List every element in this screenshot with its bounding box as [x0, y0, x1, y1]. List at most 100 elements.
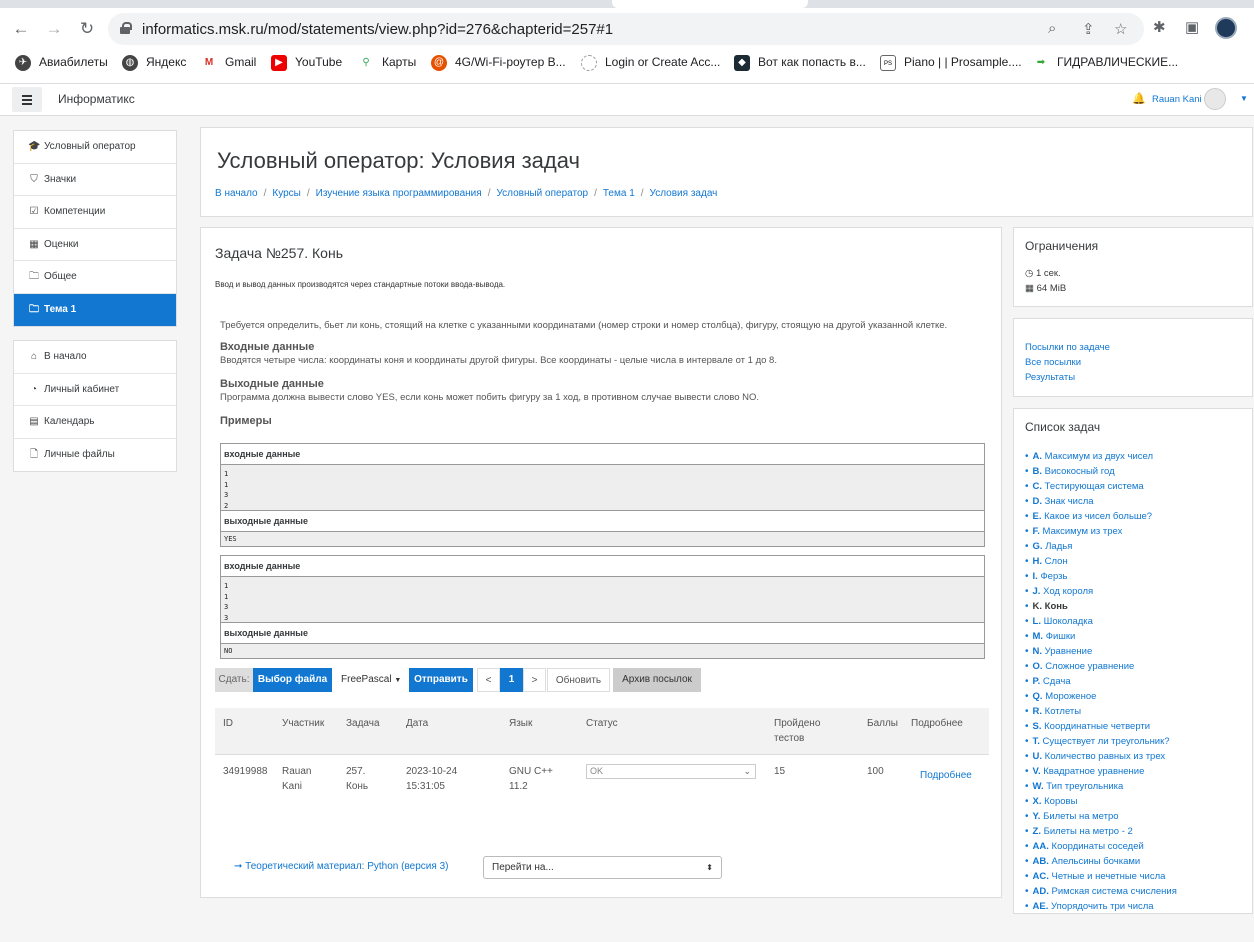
task-list-item[interactable]: AD. Римская система счисления [1025, 884, 1240, 899]
user-avatar[interactable] [1204, 88, 1226, 110]
task-list-item[interactable]: K. Конь [1025, 599, 1240, 614]
url-text[interactable]: informatics.msk.ru/mod/statements/view.p… [142, 21, 613, 38]
address-bar[interactable]: informatics.msk.ru/mod/statements/view.p… [108, 13, 1144, 45]
next-page-button[interactable]: > [523, 668, 546, 692]
task-list-item[interactable]: U. Количество равных из трех [1025, 749, 1240, 764]
task-list-item[interactable]: AE. Упорядочить три числа [1025, 899, 1240, 914]
sidebar-item-group2-0[interactable]: ⌂ В начало [14, 341, 176, 374]
bookmark-item[interactable]: ➡ ГИДРАВЛИЧЕСКИЕ... [1033, 55, 1178, 71]
task-name[interactable]: Конь [1045, 601, 1068, 612]
task-list-item[interactable]: Z. Билеты на метро - 2 [1025, 824, 1240, 839]
bookmark-item[interactable]: ⚲ Карты [358, 55, 416, 71]
task-name[interactable]: Коровы [1044, 796, 1077, 807]
sidebar-item-group2-3[interactable]: 🗋 Личные файлы [14, 439, 176, 472]
refresh-button[interactable]: Обновить [547, 668, 610, 692]
breadcrumb-item[interactable]: Условия задач [650, 188, 718, 199]
results-link[interactable]: Результаты [1025, 372, 1075, 383]
sidebar-item-group1-1[interactable]: ⛉ Значки [14, 164, 176, 196]
task-name[interactable]: Максимум из трех [1043, 526, 1123, 537]
breadcrumb-item[interactable]: Тема 1 [603, 188, 635, 199]
task-list-item[interactable]: M. Фишки [1025, 629, 1240, 644]
task-list-item[interactable]: H. Слон [1025, 554, 1240, 569]
language-select[interactable]: FreePascal ▼ [335, 668, 405, 692]
sidebar-item-group2-1[interactable]: ◔ Личный кабинет [14, 374, 176, 406]
task-name[interactable]: Сложное уравнение [1045, 661, 1134, 672]
bookmark-item[interactable]: PS Piano | | Prosample.... [880, 55, 1022, 71]
bookmark-item[interactable]: Login or Create Acc... [581, 55, 720, 71]
active-tab[interactable] [612, 0, 808, 8]
sidebar-item-group2-2[interactable]: ▤ Календарь [14, 406, 176, 439]
task-name[interactable]: Существует ли треугольник? [1043, 736, 1170, 747]
bookmark-item[interactable]: M Gmail [201, 55, 256, 71]
page-button[interactable]: 1 [500, 668, 523, 692]
task-name[interactable]: Ход короля [1043, 586, 1093, 597]
archive-button[interactable]: Архив посылок [613, 668, 701, 692]
task-name[interactable]: Максимум из двух чисел [1045, 451, 1153, 462]
jump-to-select[interactable]: Перейти на... ⬍ [483, 856, 722, 879]
prev-activity-link[interactable]: ➞ Теоретический материал: Python (версия… [234, 861, 448, 872]
task-name[interactable]: Тип треугольника [1046, 781, 1123, 792]
task-list-item[interactable]: J. Ход короля [1025, 584, 1240, 599]
task-name[interactable]: Какое из чисел больше? [1044, 511, 1152, 522]
task-list-item[interactable]: S. Координатные четверти [1025, 719, 1240, 734]
task-list-item[interactable]: C. Тестирующая система [1025, 479, 1240, 494]
bookmark-item[interactable]: ◍ Яндекс [122, 55, 186, 71]
task-list-item[interactable]: D. Знак числа [1025, 494, 1240, 509]
profile-avatar[interactable] [1215, 17, 1237, 39]
choose-file-button[interactable]: Выбор файла [253, 668, 332, 692]
problem-submissions-link[interactable]: Посылки по задаче [1025, 342, 1110, 353]
task-list-item[interactable]: L. Шоколадка [1025, 614, 1240, 629]
task-list-item[interactable]: A. Максимум из двух чисел [1025, 449, 1240, 464]
bookmark-item[interactable]: @4G/Wi-Fi-роутер B... [431, 55, 566, 71]
breadcrumb-item[interactable]: Условный оператор [496, 188, 588, 199]
user-menu[interactable]: 🔔 Rauan Kani ▼ [1124, 88, 1254, 112]
task-name[interactable]: Координаты соседей [1052, 841, 1144, 852]
breadcrumb-item[interactable]: Изучение языка программирования [316, 188, 482, 199]
task-name[interactable]: Шоколадка [1044, 616, 1093, 627]
breadcrumb-item[interactable]: Курсы [272, 188, 300, 199]
user-name[interactable]: Rauan Kani [1152, 94, 1202, 105]
task-name[interactable]: Количество равных из трех [1045, 751, 1166, 762]
bookmark-item[interactable]: ✈ Авиабилеты [15, 55, 108, 71]
sidebar-item-group1-3[interactable]: ▦ Оценки [14, 229, 176, 261]
task-list-item[interactable]: R. Котлеты [1025, 704, 1240, 719]
task-list-item[interactable]: N. Уравнение [1025, 644, 1240, 659]
task-name[interactable]: Упорядочить три числа [1051, 901, 1154, 912]
bell-icon[interactable]: 🔔 [1132, 92, 1146, 105]
details-link[interactable]: Подробнее [920, 768, 972, 783]
task-name[interactable]: Мороженое [1045, 691, 1096, 702]
menu-toggle-button[interactable] [12, 87, 42, 112]
back-icon[interactable]: ← [10, 18, 32, 40]
bookmark-item[interactable]: ▶ YouTube [271, 55, 342, 71]
task-name[interactable]: Сдача [1043, 676, 1071, 687]
task-name[interactable]: Квадратное уравнение [1043, 766, 1144, 777]
task-list-item[interactable]: AC. Четные и нечетные числа [1025, 869, 1240, 884]
task-list-item[interactable]: Y. Билеты на метро [1025, 809, 1240, 824]
task-name[interactable]: Знак числа [1045, 496, 1094, 507]
status-select[interactable]: OK ⌄ [586, 764, 756, 779]
task-name[interactable]: Четные и нечетные числа [1052, 871, 1166, 882]
task-name[interactable]: Координатные четверти [1044, 721, 1150, 732]
task-name[interactable]: Билеты на метро - 2 [1044, 826, 1133, 837]
star-icon[interactable]: ☆ [1114, 20, 1127, 38]
sidepanel-icon[interactable]: ▣ [1185, 18, 1199, 36]
sidebar-item-group1-4[interactable]: 🗀 Общее [14, 261, 176, 294]
task-list-item[interactable]: AA. Координаты соседей [1025, 839, 1240, 854]
task-list-item[interactable]: O. Сложное уравнение [1025, 659, 1240, 674]
task-name[interactable]: Котлеты [1045, 706, 1081, 717]
caret-down-icon[interactable]: ▼ [1240, 94, 1248, 103]
task-list-item[interactable]: T. Существует ли треугольник? [1025, 734, 1240, 749]
prev-page-button[interactable]: < [477, 668, 500, 692]
task-name[interactable]: Фишки [1046, 631, 1076, 642]
reload-icon[interactable]: ↻ [76, 18, 98, 40]
forward-icon[interactable]: → [43, 18, 65, 40]
task-list-item[interactable]: V. Квадратное уравнение [1025, 764, 1240, 779]
breadcrumb-item[interactable]: В начало [215, 188, 258, 199]
task-name[interactable]: Римская система счисления [1052, 886, 1177, 897]
task-list-item[interactable]: X. Коровы [1025, 794, 1240, 809]
task-list-item[interactable]: Q. Мороженое [1025, 689, 1240, 704]
task-name[interactable]: Уравнение [1045, 646, 1093, 657]
task-name[interactable]: Ферзь [1040, 571, 1067, 582]
task-list-item[interactable]: AB. Апельсины бочками [1025, 854, 1240, 869]
sidebar-item-group1-5[interactable]: 🗀 Тема 1 [14, 293, 176, 326]
